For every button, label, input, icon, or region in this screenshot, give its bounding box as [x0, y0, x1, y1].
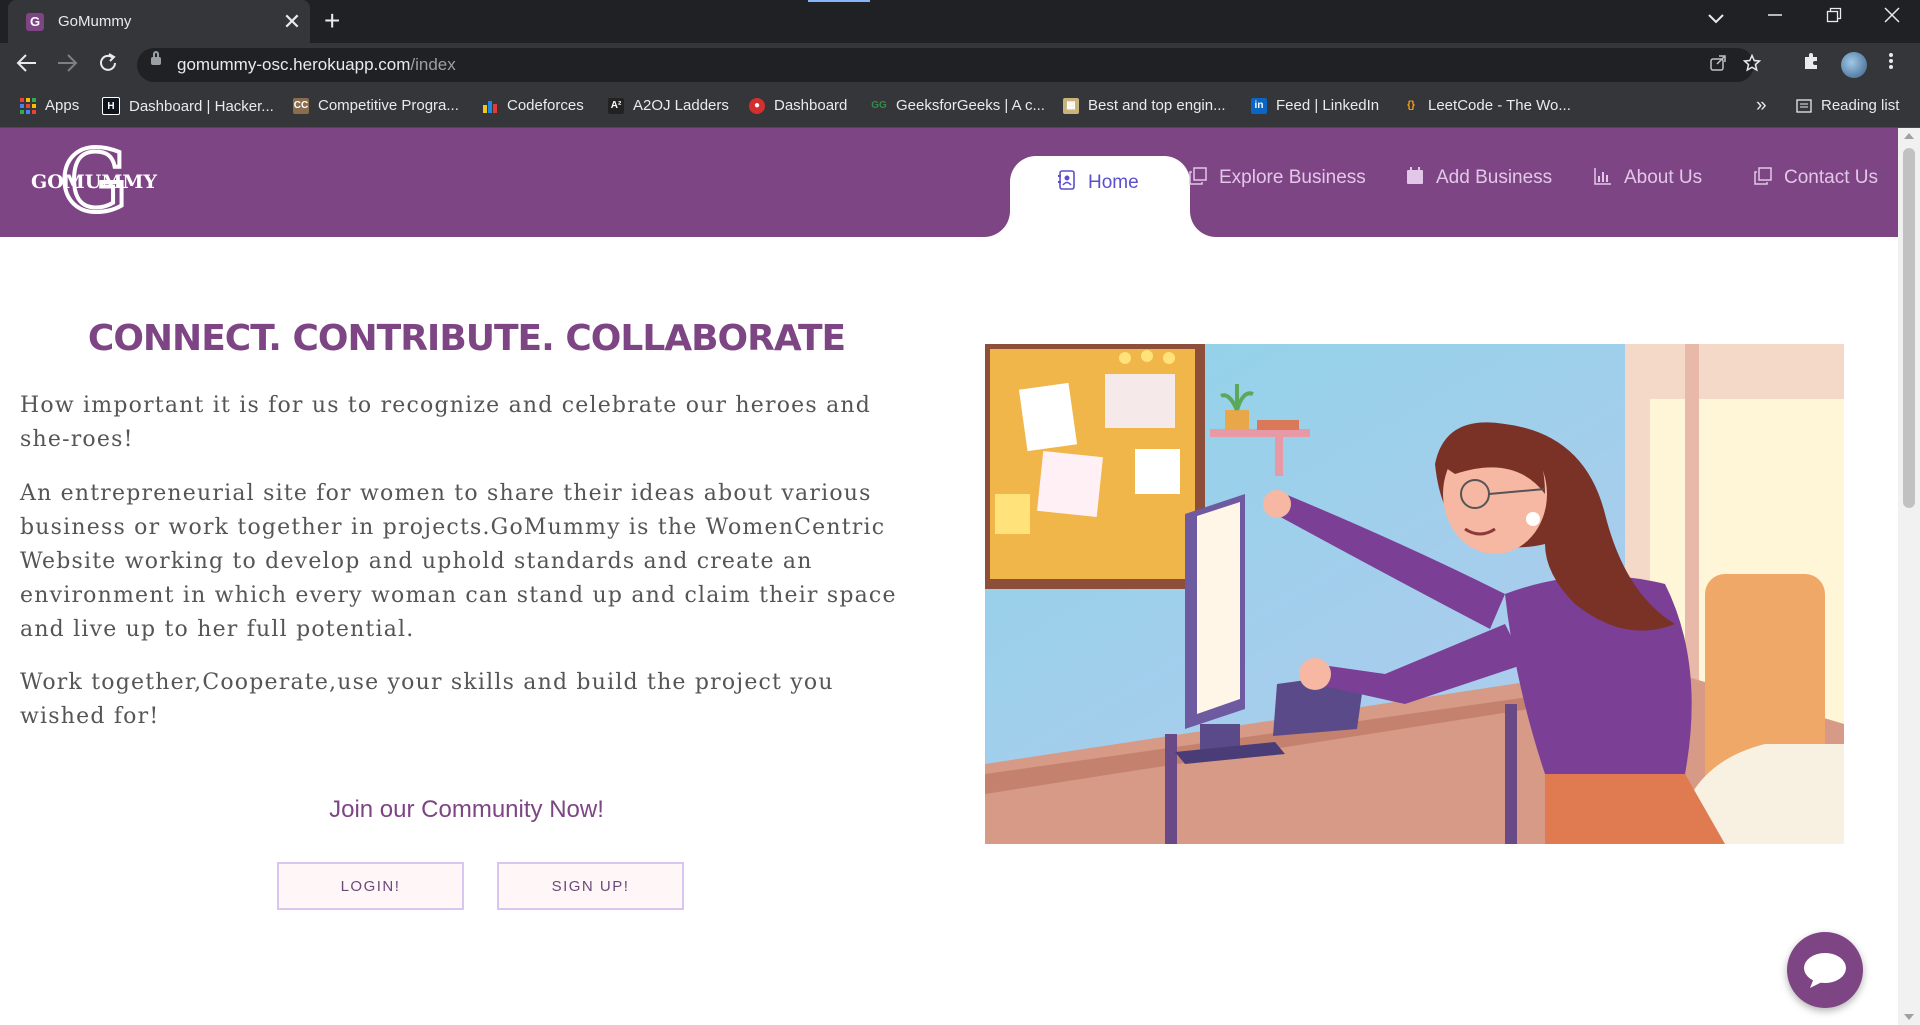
tab-title: GoMummy	[58, 13, 132, 30]
more-menu-icon[interactable]	[1888, 51, 1894, 77]
address-bar[interactable]: gomummy-osc.herokuapp.com/index	[137, 48, 1762, 82]
browser-toolbar: gomummy-osc.herokuapp.com/index	[0, 43, 1920, 88]
join-community-text: Join our Community Now!	[329, 796, 604, 823]
new-tab-button[interactable]: +	[324, 6, 340, 36]
nav-explore-business[interactable]: Explore Business	[1189, 156, 1366, 200]
bookmark-hackerrank[interactable]: H Dashboard | Hacker...	[102, 97, 274, 115]
reading-list-button[interactable]: Reading list	[1796, 97, 1899, 114]
engineering-icon: ▦	[1063, 97, 1079, 114]
nav-home-tab-background	[1010, 156, 1190, 237]
chat-bubble-icon	[1804, 953, 1846, 988]
reading-list-icon	[1796, 98, 1812, 114]
scroll-up-icon[interactable]	[1904, 133, 1914, 139]
bookmark-competitive-programming[interactable]: CC Competitive Progra...	[293, 97, 459, 114]
bookmark-star-icon[interactable]	[1742, 53, 1762, 78]
bookmark-engineering[interactable]: ▦ Best and top engin...	[1063, 97, 1226, 114]
back-arrow-icon[interactable]	[16, 52, 38, 81]
tab-search-chevron-icon[interactable]	[1708, 8, 1724, 29]
signup-button[interactable]: SIGN UP!	[497, 862, 684, 910]
codeforces-icon	[482, 98, 498, 114]
calendar-icon	[1406, 166, 1424, 190]
apps-grid-icon	[20, 97, 36, 114]
bookmark-leetcode[interactable]: {} LeetCode - The Wo...	[1403, 97, 1571, 114]
bookmark-codeforces[interactable]: Codeforces	[482, 97, 584, 114]
page-scrollbar[interactable]	[1898, 128, 1920, 1025]
hero-illustration	[985, 344, 1844, 844]
linkedin-icon: in	[1251, 97, 1267, 114]
chat-button[interactable]	[1787, 932, 1863, 1008]
scroll-down-icon[interactable]	[1904, 1014, 1914, 1020]
bookmark-a2oj[interactable]: A² A2OJ Ladders	[608, 97, 729, 114]
browser-tabstrip: G GoMummy ✕ +	[0, 0, 1920, 43]
scroll-thumb[interactable]	[1903, 148, 1915, 508]
bar-chart-icon	[1594, 167, 1612, 190]
nav-about-us[interactable]: About Us	[1594, 156, 1702, 200]
gfg-icon: GG	[871, 100, 887, 111]
leetcode-icon: {}	[1407, 100, 1415, 111]
contact-card-icon	[1058, 170, 1076, 196]
bookmark-apps[interactable]: Apps	[20, 97, 79, 114]
share-icon[interactable]	[1709, 54, 1727, 78]
forward-arrow-icon[interactable]	[56, 52, 78, 81]
intro-paragraph-3: Work together,Cooperate,use your skills …	[20, 670, 834, 729]
hackerrank-icon: H	[102, 97, 120, 115]
browser-tab[interactable]: G GoMummy ✕	[8, 0, 310, 43]
restore-icon[interactable]	[1826, 6, 1842, 29]
intro-paragraph-2: An entrepreneurial site for women to sha…	[20, 481, 897, 642]
nav-home[interactable]: Home	[1058, 170, 1139, 196]
copy-icon	[1754, 166, 1772, 190]
page-headline: CONNECT. CONTRIBUTE. COLLABORATE	[87, 318, 846, 359]
bookmark-geeksforgeeks[interactable]: GG GeeksforGeeks | A c...	[871, 97, 1045, 114]
bookmark-dashboard[interactable]: ● Dashboard	[749, 97, 847, 114]
bookmarks-bar: Apps H Dashboard | Hacker... CC Competit…	[0, 88, 1920, 128]
gomummy-logo[interactable]: G GOMUMMY	[30, 130, 158, 234]
cc-icon: CC	[293, 97, 309, 114]
dashboard-icon: ●	[749, 97, 765, 114]
login-button[interactable]: LOGIN!	[277, 862, 464, 910]
svg-text:GOMUMMY: GOMUMMY	[31, 171, 157, 193]
close-tab-icon[interactable]: ✕	[280, 9, 304, 35]
copy-icon	[1189, 166, 1207, 190]
url-text: gomummy-osc.herokuapp.com/index	[177, 55, 456, 74]
reload-icon[interactable]	[97, 52, 119, 81]
close-window-icon[interactable]	[1884, 6, 1900, 29]
bookmarks-overflow-icon[interactable]: »	[1756, 95, 1767, 117]
lock-icon	[151, 51, 161, 65]
tabstrip-accent	[808, 0, 870, 2]
extensions-puzzle-icon[interactable]	[1802, 51, 1822, 77]
intro-paragraph-1: How important it is for us to recognize …	[20, 393, 872, 452]
profile-avatar[interactable]	[1841, 52, 1867, 78]
site-header: G GOMUMMY Explore Business Add Business …	[0, 128, 1898, 237]
nav-contact-us[interactable]: Contact Us	[1754, 156, 1878, 200]
a2oj-icon: A²	[608, 97, 624, 114]
bookmark-linkedin[interactable]: in Feed | LinkedIn	[1251, 97, 1379, 114]
gomummy-favicon-icon: G	[26, 12, 44, 31]
minimize-icon[interactable]	[1767, 6, 1783, 29]
nav-add-business[interactable]: Add Business	[1406, 156, 1552, 200]
